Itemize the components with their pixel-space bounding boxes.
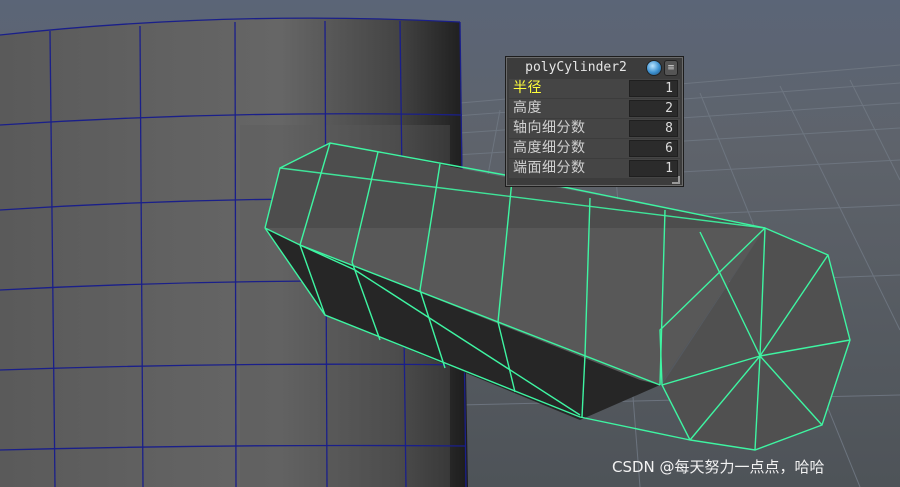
globe-icon[interactable] (646, 60, 662, 76)
viewport-3d[interactable] (0, 0, 900, 487)
hud-row-value[interactable]: 1 (629, 160, 678, 177)
hud-row-value[interactable]: 6 (629, 140, 678, 157)
hud-row-label: 半径 (513, 80, 542, 96)
hud-title: polyCylinder2 (525, 60, 627, 75)
hud-row-height[interactable]: 高度 2 (509, 99, 680, 118)
hud-row-subdivisions-axis[interactable]: 轴向细分数 8 (509, 119, 680, 138)
hud-row-label: 轴向细分数 (513, 120, 586, 136)
hud-row-radius[interactable]: 半径 1 (509, 79, 680, 98)
watermark: CSDN @每天努力一点点，哈哈 (612, 458, 825, 476)
hud-row-subdivisions-height[interactable]: 高度细分数 6 (509, 139, 680, 158)
hud-row-value[interactable]: 1 (629, 80, 678, 97)
hud-row-label: 高度细分数 (513, 140, 586, 156)
hud-row-label: 高度 (513, 100, 542, 116)
hud-row-label: 端面细分数 (513, 160, 586, 176)
hud-polycylinder-panel[interactable]: polyCylinder2 ≡ 半径 1 高度 2 轴向细分数 8 高度细分数 … (505, 56, 684, 187)
hud-row-value[interactable]: 2 (629, 100, 678, 117)
menu-icon[interactable]: ≡ (664, 60, 678, 76)
resize-grip-icon[interactable] (672, 176, 680, 184)
hud-row-value[interactable]: 8 (629, 120, 678, 137)
hud-row-subdivisions-caps[interactable]: 端面细分数 1 (509, 159, 680, 178)
